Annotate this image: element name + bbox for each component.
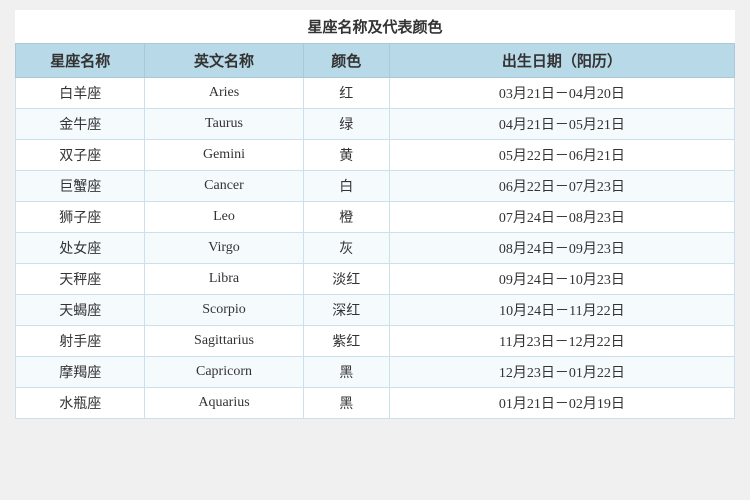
cell-date: 10月24日－11月22日 bbox=[389, 295, 734, 326]
cell-color: 黄 bbox=[303, 140, 389, 171]
cell-zh-name: 摩羯座 bbox=[16, 357, 145, 388]
zodiac-table: 星座名称 英文名称 颜色 出生日期（阳历） 白羊座Aries红03月21日－04… bbox=[15, 43, 735, 419]
cell-date: 09月24日－10月23日 bbox=[389, 264, 734, 295]
cell-zh-name: 水瓶座 bbox=[16, 388, 145, 419]
cell-date: 01月21日－02月19日 bbox=[389, 388, 734, 419]
cell-zh-name: 狮子座 bbox=[16, 202, 145, 233]
cell-en-name: Sagittarius bbox=[145, 326, 303, 357]
cell-color: 淡红 bbox=[303, 264, 389, 295]
cell-zh-name: 双子座 bbox=[16, 140, 145, 171]
cell-en-name: Libra bbox=[145, 264, 303, 295]
cell-en-name: Taurus bbox=[145, 109, 303, 140]
cell-date: 03月21日－04月20日 bbox=[389, 78, 734, 109]
cell-en-name: Aries bbox=[145, 78, 303, 109]
cell-en-name: Virgo bbox=[145, 233, 303, 264]
cell-zh-name: 处女座 bbox=[16, 233, 145, 264]
cell-en-name: Capricorn bbox=[145, 357, 303, 388]
page-title: 星座名称及代表颜色 bbox=[15, 10, 735, 43]
cell-date: 08月24日－09月23日 bbox=[389, 233, 734, 264]
cell-zh-name: 天秤座 bbox=[16, 264, 145, 295]
cell-date: 04月21日－05月21日 bbox=[389, 109, 734, 140]
table-row: 双子座Gemini黄05月22日－06月21日 bbox=[16, 140, 735, 171]
cell-zh-name: 射手座 bbox=[16, 326, 145, 357]
table-row: 天蝎座Scorpio深红10月24日－11月22日 bbox=[16, 295, 735, 326]
header-date: 出生日期（阳历） bbox=[389, 44, 734, 78]
table-row: 处女座Virgo灰08月24日－09月23日 bbox=[16, 233, 735, 264]
table-row: 射手座Sagittarius紫红11月23日－12月22日 bbox=[16, 326, 735, 357]
cell-en-name: Cancer bbox=[145, 171, 303, 202]
cell-color: 黑 bbox=[303, 388, 389, 419]
cell-zh-name: 白羊座 bbox=[16, 78, 145, 109]
cell-en-name: Leo bbox=[145, 202, 303, 233]
cell-date: 06月22日－07月23日 bbox=[389, 171, 734, 202]
cell-date: 05月22日－06月21日 bbox=[389, 140, 734, 171]
header-zh-name: 星座名称 bbox=[16, 44, 145, 78]
cell-date: 12月23日－01月22日 bbox=[389, 357, 734, 388]
cell-color: 橙 bbox=[303, 202, 389, 233]
cell-zh-name: 金牛座 bbox=[16, 109, 145, 140]
table-row: 狮子座Leo橙07月24日－08月23日 bbox=[16, 202, 735, 233]
table-row: 摩羯座Capricorn黑12月23日－01月22日 bbox=[16, 357, 735, 388]
table-row: 天秤座Libra淡红09月24日－10月23日 bbox=[16, 264, 735, 295]
table-row: 水瓶座Aquarius黑01月21日－02月19日 bbox=[16, 388, 735, 419]
header-color: 颜色 bbox=[303, 44, 389, 78]
table-header-row: 星座名称 英文名称 颜色 出生日期（阳历） bbox=[16, 44, 735, 78]
table-row: 白羊座Aries红03月21日－04月20日 bbox=[16, 78, 735, 109]
cell-date: 07月24日－08月23日 bbox=[389, 202, 734, 233]
cell-color: 灰 bbox=[303, 233, 389, 264]
main-container: 星座名称及代表颜色 星座名称 英文名称 颜色 出生日期（阳历） 白羊座Aries… bbox=[15, 10, 735, 419]
cell-color: 紫红 bbox=[303, 326, 389, 357]
cell-color: 绿 bbox=[303, 109, 389, 140]
header-en-name: 英文名称 bbox=[145, 44, 303, 78]
table-row: 巨蟹座Cancer白06月22日－07月23日 bbox=[16, 171, 735, 202]
cell-en-name: Scorpio bbox=[145, 295, 303, 326]
cell-color: 红 bbox=[303, 78, 389, 109]
cell-color: 黑 bbox=[303, 357, 389, 388]
cell-zh-name: 天蝎座 bbox=[16, 295, 145, 326]
table-row: 金牛座Taurus绿04月21日－05月21日 bbox=[16, 109, 735, 140]
cell-zh-name: 巨蟹座 bbox=[16, 171, 145, 202]
cell-en-name: Aquarius bbox=[145, 388, 303, 419]
cell-date: 11月23日－12月22日 bbox=[389, 326, 734, 357]
cell-en-name: Gemini bbox=[145, 140, 303, 171]
cell-color: 深红 bbox=[303, 295, 389, 326]
table-body: 白羊座Aries红03月21日－04月20日金牛座Taurus绿04月21日－0… bbox=[16, 78, 735, 419]
cell-color: 白 bbox=[303, 171, 389, 202]
